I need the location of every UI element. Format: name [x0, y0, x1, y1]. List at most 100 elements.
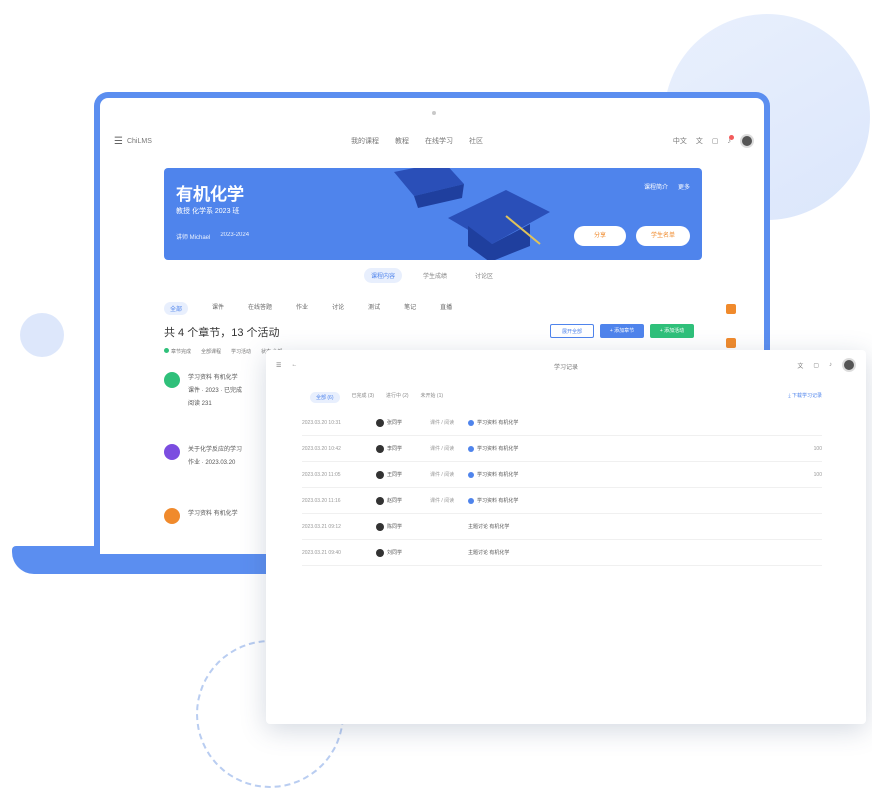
user-avatar	[376, 444, 384, 453]
banner-link[interactable]: 更多	[678, 182, 690, 191]
tab-grades[interactable]: 学生成绩	[416, 268, 454, 283]
filter-item[interactable]: 笔记	[404, 302, 416, 315]
nav-links: 我的课程 教程 在线学习 社区	[351, 136, 483, 146]
teacher-name: 讲师 Michael	[176, 235, 211, 241]
add-chapter-button[interactable]: + 添加章节	[600, 324, 644, 338]
window-header-tools: 文 ▢ ♪	[797, 358, 856, 372]
record-tabs: 全部 (6) 已完成 (3) 进行中 (2) 未开始 (1)	[310, 392, 443, 403]
filter-item[interactable]: 作业	[296, 302, 308, 315]
filter-item[interactable]: 直播	[440, 302, 452, 315]
table-row[interactable]: 2023.03.20 11:16 赵同学 课件 / 阅读 学习资料 有机化学	[302, 488, 822, 514]
list-item[interactable]: 关于化学反应的学习 作业 · 2023.03.20	[164, 444, 242, 470]
translate-icon[interactable]: 文	[696, 136, 703, 146]
nav-link[interactable]: 教程	[395, 136, 409, 146]
clipboard-icon[interactable]: ▢	[813, 362, 819, 369]
user-avatar	[376, 470, 384, 479]
side-tool-icon[interactable]	[726, 304, 736, 314]
download-records-link[interactable]: ⤓ 下载学习记录	[788, 392, 822, 399]
record-tab[interactable]: 进行中 (2)	[386, 392, 409, 403]
top-navigation: ☰ ChiLMS 我的课程 教程 在线学习 社区 中文 文 ▢ ♪	[114, 130, 754, 152]
assignment-icon	[164, 444, 180, 460]
list-item[interactable]: 学习资料 有机化学	[164, 508, 238, 524]
record-table: 2023.03.20 10:31 张同学 课件 / 阅读 学习资料 有机化学 2…	[302, 410, 822, 566]
filter-item[interactable]: 课件	[212, 302, 224, 315]
item-extra: 阅读 231	[188, 401, 212, 407]
course-subtabs: 课程内容 学生成绩 讨论区	[364, 268, 500, 283]
legend-item[interactable]: 全部课程	[201, 348, 221, 355]
record-tab[interactable]: 已完成 (3)	[352, 392, 375, 403]
stage: ☰ ChiLMS 我的课程 教程 在线学习 社区 中文 文 ▢ ♪ 有机化学 教…	[0, 0, 872, 788]
user-avatar	[376, 522, 384, 531]
activity-dot-icon	[468, 497, 474, 504]
avatar[interactable]	[842, 358, 856, 372]
expand-all-button[interactable]: 展开全部	[550, 324, 594, 338]
user-avatar	[376, 496, 384, 505]
list-legend: 章节完成 全部课程 学习活动 状态 全部	[164, 348, 282, 355]
tab-discussion[interactable]: 讨论区	[468, 268, 500, 283]
course-subtitle: 教授 化学系 2023 班	[176, 208, 240, 215]
nav-link[interactable]: 在线学习	[425, 136, 453, 146]
item-title: 关于化学反应的学习	[188, 447, 243, 453]
course-title: 有机化学	[176, 185, 244, 204]
translate-icon[interactable]: 文	[797, 361, 803, 370]
banner-links: 课程简介 更多	[644, 182, 690, 191]
user-avatar	[376, 548, 384, 557]
record-tab[interactable]: 全部 (6)	[310, 392, 340, 403]
filter-item[interactable]: 全部	[164, 302, 189, 315]
legend-item[interactable]: 学习活动	[231, 348, 251, 355]
item-title: 学习资料 有机化学	[188, 511, 238, 517]
activity-dot-icon	[468, 445, 474, 452]
course-banner: 有机化学 教授 化学系 2023 班 讲师 Michael 2023-2024 …	[164, 168, 702, 260]
legend-item: 章节完成	[164, 348, 191, 355]
item-meta: 作业 · 2023.03.20	[188, 460, 236, 466]
summary-text: 共 4 个章节，13 个活动	[164, 327, 280, 339]
notification-dot	[729, 134, 734, 140]
table-row[interactable]: 2023.03.20 11:05 王同学 课件 / 阅读 学习资料 有机化学 1…	[302, 462, 822, 488]
bell-icon[interactable]: ♪	[829, 362, 832, 368]
clipboard-icon[interactable]: ▢	[712, 137, 719, 145]
tab-content[interactable]: 课程内容	[364, 268, 403, 283]
side-tool-icon[interactable]	[726, 338, 736, 348]
activity-filters: 全部 课件 在线答题 作业 讨论 测试 笔记 直播	[164, 302, 452, 315]
item-title: 学习资料 有机化学	[188, 375, 238, 381]
add-activity-button[interactable]: + 添加活动	[650, 324, 694, 338]
topbar-right: 中文 文 ▢ ♪	[673, 134, 754, 148]
activity-dot-icon	[468, 419, 474, 426]
filter-item[interactable]: 讨论	[332, 302, 344, 315]
list-item[interactable]: 学习资料 有机化学 课件 · 2023 · 已完成 阅读 231	[164, 372, 242, 411]
brand-name[interactable]: ChiLMS	[127, 138, 201, 145]
table-row[interactable]: 2023.03.20 10:42 李同学 课件 / 阅读 学习资料 有机化学 1…	[302, 436, 822, 462]
share-button[interactable]: 分享	[574, 226, 626, 246]
table-row[interactable]: 2023.03.21 09:12 陈同学 主题讨论 有机化学	[302, 514, 822, 540]
window-title: 学习记录	[554, 365, 579, 371]
record-tab[interactable]: 未开始 (1)	[421, 392, 444, 403]
learning-record-window: ☰ ← 学习记录 文 ▢ ♪ 全部 (6) 已完成 (3) 进行中 (2) 未开…	[266, 350, 866, 724]
filter-item[interactable]: 在线答题	[248, 302, 272, 315]
nav-link[interactable]: 我的课程	[351, 136, 379, 146]
course-info: 讲师 Michael 2023-2024	[176, 232, 249, 241]
banner-link[interactable]: 课程简介	[644, 182, 668, 191]
back-arrow-icon[interactable]: ←	[291, 362, 297, 368]
courseware-icon	[164, 508, 180, 524]
decor-circle-small	[20, 313, 64, 357]
graduation-cap-icon	[448, 190, 550, 260]
item-meta: 课件 · 2023 · 已完成	[188, 388, 243, 394]
action-buttons: 展开全部 + 添加章节 + 添加活动	[550, 324, 694, 338]
table-row[interactable]: 2023.03.20 10:31 张同学 课件 / 阅读 学习资料 有机化学	[302, 410, 822, 436]
nav-link[interactable]: 社区	[469, 136, 483, 146]
bell-icon[interactable]: ♪	[728, 134, 734, 145]
user-avatar	[376, 418, 384, 427]
student-list-button[interactable]: 学生名单	[636, 226, 690, 246]
filter-item[interactable]: 测试	[368, 302, 380, 315]
green-dot-icon	[164, 348, 169, 353]
window-header: ☰ ← 学习记录 文 ▢ ♪	[266, 350, 866, 380]
course-term: 2023-2024	[220, 232, 250, 238]
activity-dot-icon	[468, 471, 474, 478]
language-select[interactable]: 中文	[673, 136, 687, 146]
menu-icon[interactable]: ☰	[114, 136, 123, 147]
camera-dot	[432, 111, 436, 115]
avatar[interactable]	[740, 134, 754, 148]
table-row[interactable]: 2023.03.21 09:40 刘同学 主题讨论 有机化学	[302, 540, 822, 566]
courseware-icon	[164, 372, 180, 388]
menu-icon[interactable]: ☰	[276, 362, 281, 369]
